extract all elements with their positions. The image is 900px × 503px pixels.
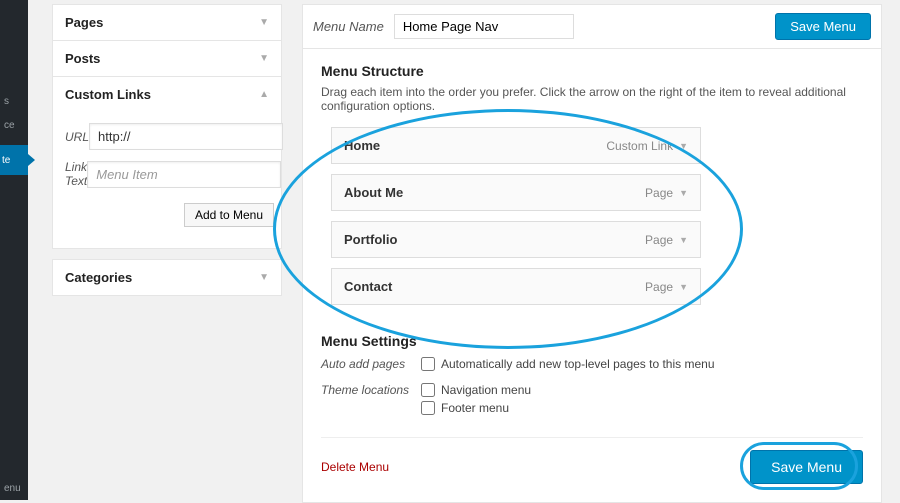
sidebar-item-label: te	[2, 155, 10, 166]
menu-name-input[interactable]	[394, 14, 574, 39]
menu-item-title: Contact	[344, 279, 392, 294]
auto-add-option[interactable]: Automatically add new top-level pages to…	[421, 357, 715, 371]
chevron-down-icon: ▼	[259, 17, 269, 28]
chevron-down-icon: ▼	[259, 53, 269, 64]
panel-title: Posts	[65, 51, 100, 66]
panel-title: Categories	[65, 270, 132, 285]
sidebar-stub: ce	[4, 120, 15, 131]
add-items-column: Pages ▼ Posts ▼ Custom Links ▲ URL Link …	[52, 0, 282, 500]
theme-location-checkbox[interactable]	[421, 383, 435, 397]
panel-pages[interactable]: Pages ▼	[52, 4, 282, 41]
panel-categories[interactable]: Categories ▼	[52, 259, 282, 296]
menu-editor: Menu Name Save Menu Menu Structure Drag …	[302, 0, 888, 500]
sidebar-stub: s	[4, 96, 9, 107]
menu-item-portfolio[interactable]: Portfolio Page ▼	[331, 221, 701, 258]
menu-body: Menu Structure Drag each item into the o…	[302, 49, 882, 503]
link-text-label: Link Text	[65, 160, 87, 188]
menu-structure-heading: Menu Structure	[321, 63, 863, 79]
theme-location-option[interactable]: Navigation menu	[421, 383, 531, 397]
url-input[interactable]	[89, 123, 283, 150]
chevron-down-icon: ▼	[679, 141, 688, 151]
sidebar-item-active[interactable]: te	[0, 145, 28, 175]
chevron-down-icon: ▼	[679, 235, 688, 245]
chevron-down-icon: ▼	[679, 282, 688, 292]
theme-location-option[interactable]: Footer menu	[421, 401, 531, 415]
add-to-menu-button[interactable]: Add to Menu	[184, 203, 274, 227]
panel-custom-links-body: URL Link Text Add to Menu	[52, 111, 282, 249]
menu-settings: Menu Settings Auto add pages Automatical…	[321, 333, 863, 419]
link-text-input[interactable]	[87, 161, 281, 188]
chevron-down-icon: ▼	[679, 188, 688, 198]
auto-add-label: Auto add pages	[321, 357, 421, 371]
chevron-down-icon: ▼	[259, 272, 269, 283]
menu-name-label: Menu Name	[313, 19, 384, 34]
panel-title: Custom Links	[65, 87, 151, 102]
chevron-up-icon: ▲	[259, 89, 269, 100]
theme-locations-label: Theme locations	[321, 383, 421, 397]
menu-footer: Delete Menu Save Menu	[321, 437, 863, 484]
menu-item-home[interactable]: Home Custom Link ▼	[331, 127, 701, 164]
menu-item-type: Custom Link ▼	[606, 139, 688, 153]
panel-title: Pages	[65, 15, 103, 30]
menu-item-title: Home	[344, 138, 380, 153]
menu-item-title: About Me	[344, 185, 403, 200]
panel-custom-links[interactable]: Custom Links ▲	[52, 76, 282, 112]
menu-item-contact[interactable]: Contact Page ▼	[331, 268, 701, 305]
menu-item-type: Page ▼	[645, 186, 688, 200]
menu-item-about[interactable]: About Me Page ▼	[331, 174, 701, 211]
menu-settings-heading: Menu Settings	[321, 333, 863, 349]
panel-posts[interactable]: Posts ▼	[52, 40, 282, 77]
menu-name-bar: Menu Name Save Menu	[302, 4, 882, 49]
menu-structure-help: Drag each item into the order you prefer…	[321, 85, 863, 113]
theme-location-checkbox[interactable]	[421, 401, 435, 415]
delete-menu-link[interactable]: Delete Menu	[321, 460, 389, 474]
main-content: Pages ▼ Posts ▼ Custom Links ▲ URL Link …	[28, 0, 900, 500]
sidebar-stub: enu	[4, 483, 21, 494]
menu-item-type: Page ▼	[645, 280, 688, 294]
menu-item-title: Portfolio	[344, 232, 397, 247]
auto-add-checkbox[interactable]	[421, 357, 435, 371]
menu-item-type: Page ▼	[645, 233, 688, 247]
save-menu-bottom-button[interactable]: Save Menu	[750, 450, 863, 484]
save-menu-top-button[interactable]: Save Menu	[775, 13, 871, 40]
admin-sidebar: s ce te enu	[0, 0, 28, 500]
url-label: URL	[65, 130, 89, 144]
